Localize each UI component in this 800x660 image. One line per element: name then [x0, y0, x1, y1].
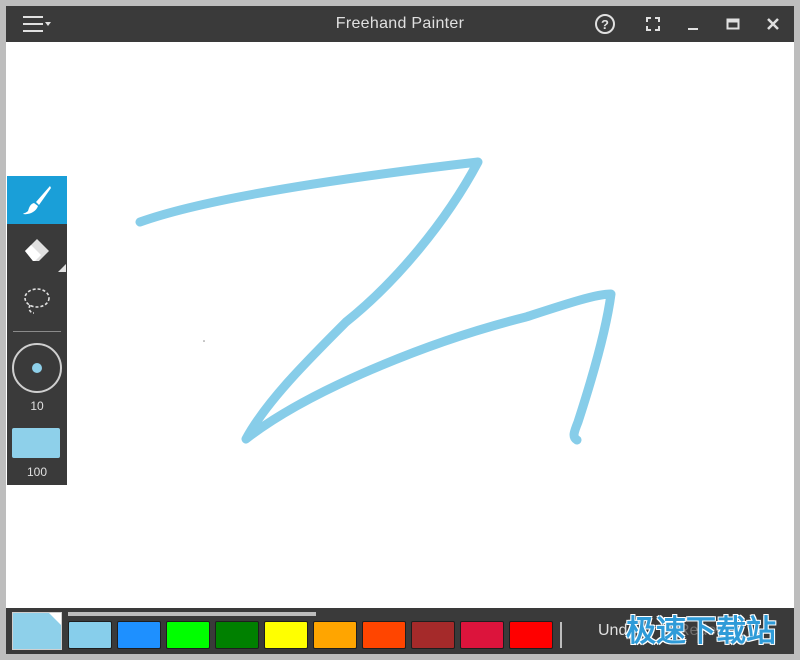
- color-swatch[interactable]: [166, 621, 210, 649]
- brush-tool[interactable]: [7, 176, 67, 224]
- eraser-icon: [25, 239, 49, 261]
- svg-text:?: ?: [601, 17, 609, 32]
- color-swatch[interactable]: [411, 621, 455, 649]
- current-color-swatch[interactable]: [12, 428, 60, 458]
- canvas-speck: [203, 340, 205, 342]
- selected-color-button[interactable]: [12, 612, 62, 650]
- lasso-tool[interactable]: [7, 276, 67, 324]
- opacity-value: 100: [26, 465, 48, 479]
- color-swatch[interactable]: [509, 621, 553, 649]
- color-fold-corner: [49, 613, 61, 625]
- color-swatch[interactable]: [68, 621, 112, 649]
- maximize-button[interactable]: [716, 6, 750, 42]
- help-icon: ?: [595, 14, 615, 34]
- lasso-icon: [24, 288, 50, 314]
- fullscreen-icon: [646, 17, 660, 31]
- watermark-logo: 极速下载站: [626, 614, 776, 649]
- close-button[interactable]: [756, 6, 790, 42]
- color-swatch[interactable]: [215, 621, 259, 649]
- brush-icon: [23, 186, 51, 215]
- close-icon: [767, 18, 779, 30]
- palette-scrollbar[interactable]: [68, 612, 316, 616]
- brush-size-dial[interactable]: [12, 343, 62, 393]
- app-window: Freehand Painter ? 10 100 Undo Redo 极速下载…: [0, 0, 800, 660]
- tool-divider: [13, 331, 61, 332]
- minimize-icon: [688, 28, 698, 30]
- fullscreen-button[interactable]: [636, 6, 670, 42]
- color-swatch[interactable]: [313, 621, 357, 649]
- drawing-canvas[interactable]: [6, 42, 794, 608]
- brush-size-dot: [32, 363, 42, 373]
- color-swatch[interactable]: [117, 621, 161, 649]
- freehand-stroke: [135, 157, 616, 445]
- tool-panel: 10 100: [7, 176, 67, 485]
- color-swatch[interactable]: [264, 621, 308, 649]
- color-swatch[interactable]: [362, 621, 406, 649]
- canvas-drawing: [135, 157, 616, 445]
- maximize-icon: [726, 18, 740, 30]
- color-swatch[interactable]: [460, 621, 504, 649]
- brush-size-value: 10: [30, 399, 44, 413]
- submenu-triangle-icon: [58, 264, 66, 272]
- title-bar[interactable]: Freehand Painter ?: [6, 6, 794, 42]
- minimize-button[interactable]: [676, 6, 710, 42]
- help-button[interactable]: ?: [588, 6, 622, 42]
- toolbar-separator: [560, 622, 562, 648]
- eraser-tool[interactable]: [7, 226, 67, 274]
